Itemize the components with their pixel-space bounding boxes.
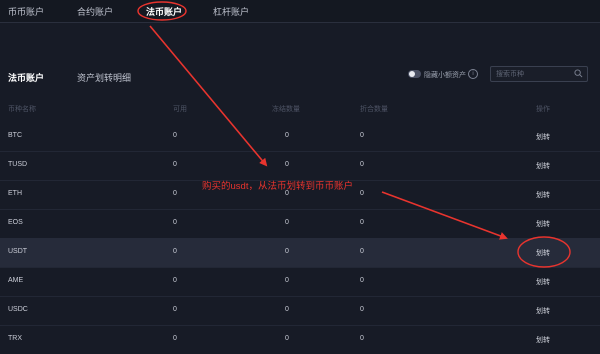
annotation-overlay <box>137 1 571 268</box>
arrow-to-transfer-button <box>381 191 508 240</box>
arrow-from-fiat-tab <box>149 25 268 167</box>
annotation-text: 购买的usdt，从法币划转到币币账户 <box>202 181 353 192</box>
transfer-button-highlight-circle <box>517 236 571 268</box>
fiat-tab-highlight-circle <box>137 1 187 21</box>
